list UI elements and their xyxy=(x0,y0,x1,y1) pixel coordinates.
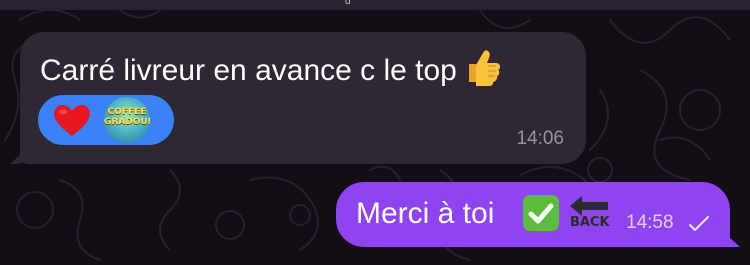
sticker-label: COFFEE GRADOUILLE xyxy=(104,107,150,127)
message-text: Carré livreur en avance c le top xyxy=(40,46,503,91)
sticker-avatar[interactable]: COFFEE GRADOUILLE xyxy=(104,97,150,143)
reactions-pill[interactable]: COFFEE GRADOUILLE xyxy=(38,95,174,145)
thumbs-up-icon xyxy=(468,50,500,86)
message-timestamp: 14:58 xyxy=(626,212,674,233)
message-timestamp: 14:06 xyxy=(516,128,564,149)
incoming-message-bubble[interactable]: Carré livreur en avance c le top COFFEE … xyxy=(10,32,586,164)
message-text: Merci à toi xyxy=(356,197,495,230)
check-mark-button-icon xyxy=(523,195,559,231)
outgoing-message-bubble[interactable]: Merci à toi BACK 14:58 xyxy=(336,182,740,247)
header-partial-text: g xyxy=(345,0,357,4)
back-label: BACK xyxy=(570,215,610,230)
red-heart-icon xyxy=(54,104,90,136)
back-arrow-icon: BACK xyxy=(568,194,612,234)
read-check-icon xyxy=(689,216,709,231)
top-bar-strip: g xyxy=(0,0,750,10)
